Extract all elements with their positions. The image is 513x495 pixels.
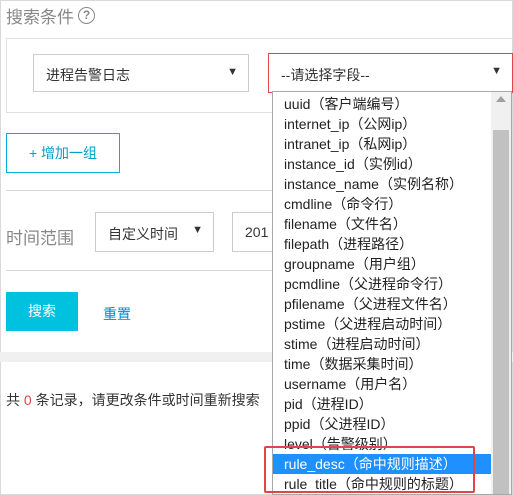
field-option[interactable]: instance_id（实例id） — [273, 154, 491, 174]
field-option[interactable]: cmdline（命令行） — [273, 194, 491, 214]
reset-link[interactable]: 重置 — [103, 304, 131, 324]
log-type-value: 进程告警日志 — [46, 67, 130, 83]
chevron-down-icon: ▼ — [227, 66, 238, 78]
field-option[interactable]: filename（文件名） — [273, 214, 491, 234]
field-option[interactable]: intranet_ip（私网ip） — [273, 134, 491, 154]
field-option[interactable]: ppid（父进程ID） — [273, 414, 491, 434]
scrollbar-thumb[interactable] — [493, 130, 509, 494]
field-option[interactable]: time（数据采集时间） — [273, 354, 491, 374]
help-icon[interactable]: ? — [78, 7, 95, 24]
field-option[interactable]: uuid（客户端编号） — [273, 94, 491, 114]
field-option[interactable]: groupname（用户组） — [273, 254, 491, 274]
add-group-button[interactable]: + 增加一组 — [6, 133, 120, 173]
time-range-label: 时间范围 — [6, 229, 74, 248]
dropdown-scrollbar[interactable] — [491, 92, 511, 494]
annotation-highlight — [264, 446, 475, 493]
result-suffix: 条记录，请更改条件或时间重新搜索 — [31, 392, 260, 408]
date-range-value: 201 — [245, 224, 269, 240]
field-option[interactable]: pid（进程ID） — [273, 394, 491, 414]
time-range-select[interactable]: 自定义时间 ▼ — [95, 212, 214, 252]
field-option[interactable]: stime（进程启动时间） — [273, 334, 491, 354]
field-option[interactable]: filepath（进程路径） — [273, 234, 491, 254]
scroll-up-arrow-icon[interactable] — [496, 96, 506, 102]
search-conditions-title: 搜索条件 ? — [6, 3, 95, 28]
field-select-value: --请选择字段-- — [281, 67, 370, 83]
chevron-down-icon: ▼ — [192, 224, 203, 236]
field-select[interactable]: --请选择字段-- ▼ — [268, 53, 513, 93]
field-option[interactable]: pstime（父进程启动时间） — [273, 314, 491, 334]
search-conditions-label: 搜索条件 — [6, 8, 74, 27]
result-summary: 共 0 条记录，请更改条件或时间重新搜索 — [6, 390, 260, 410]
result-count: 0 — [23, 392, 32, 408]
field-option-list: uuid（客户端编号） internet_ip（公网ip） intranet_ip（… — [273, 94, 491, 494]
field-dropdown-menu: uuid（客户端编号） internet_ip（公网ip） intranet_ip（… — [272, 91, 512, 495]
field-option[interactable]: pfilename（父进程文件名） — [273, 294, 491, 314]
time-range-value: 自定义时间 — [108, 226, 178, 242]
field-option[interactable]: instance_name（实例名称） — [273, 174, 491, 194]
result-prefix: 共 — [6, 392, 24, 408]
log-type-select[interactable]: 进程告警日志 ▼ — [33, 54, 249, 92]
field-option[interactable]: internet_ip（公网ip） — [273, 114, 491, 134]
field-option[interactable]: username（用户名） — [273, 374, 491, 394]
chevron-down-icon: ▼ — [491, 65, 502, 77]
field-option[interactable]: pcmdline（父进程命令行） — [273, 274, 491, 294]
search-button[interactable]: 搜索 — [6, 292, 78, 331]
